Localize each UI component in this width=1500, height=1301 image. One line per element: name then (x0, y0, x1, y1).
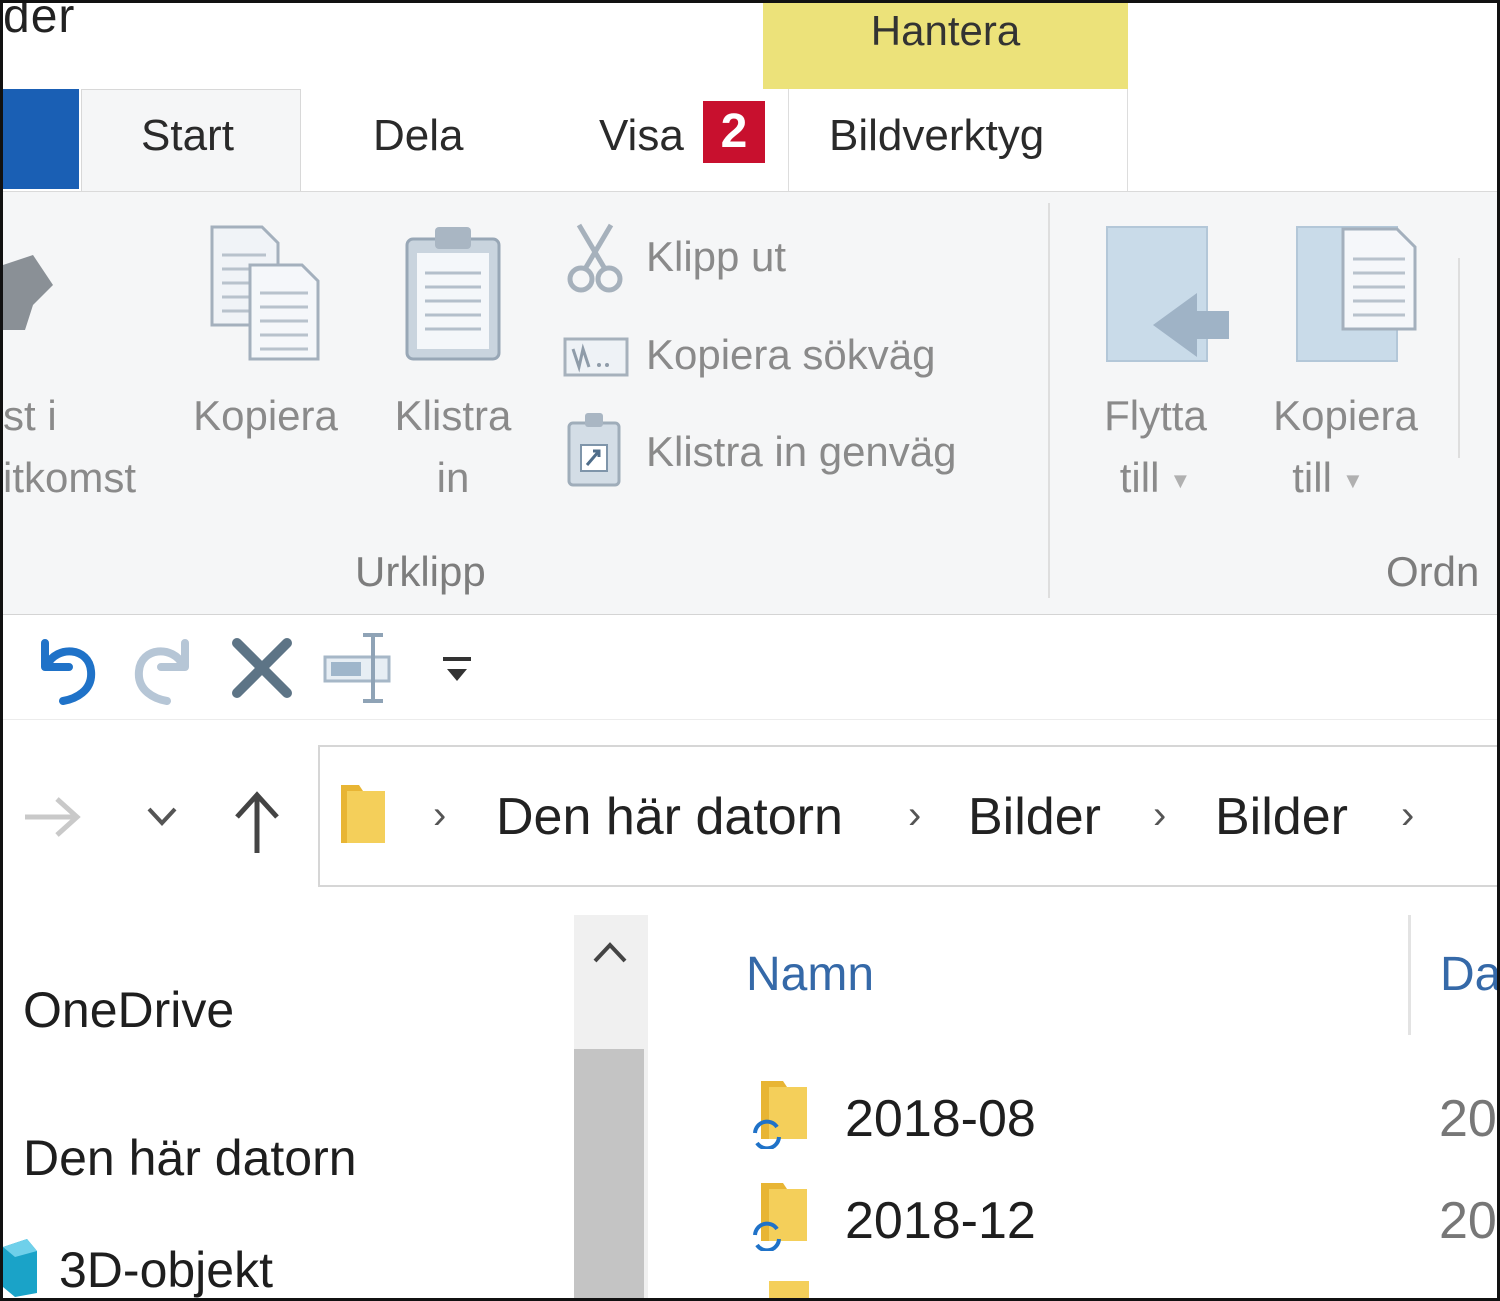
synced-folder-icon (743, 1179, 813, 1253)
keytip-badge: 2 (703, 101, 765, 163)
cut-button[interactable]: Klipp ut (646, 233, 786, 281)
ribbon-group-separator (1048, 203, 1050, 598)
customize-dropdown-icon[interactable] (441, 653, 473, 687)
tab-bildverktyg[interactable]: Bildverktyg (829, 111, 1044, 161)
paste-shortcut-button[interactable]: Klistra in genväg (646, 428, 957, 476)
paste-shortcut-icon[interactable] (565, 411, 623, 489)
window-title: der (3, 0, 76, 43)
contextual-group-label: Hantera (870, 7, 1021, 54)
paste-button-line1[interactable]: Klistra (378, 385, 528, 447)
recent-locations-chevron-icon[interactable] (145, 803, 179, 829)
delete-icon[interactable] (231, 637, 293, 699)
nav-item-this-pc[interactable]: Den här datorn (23, 1129, 357, 1187)
column-divider[interactable] (1408, 915, 1411, 1035)
paste-button-line2[interactable]: in (378, 447, 528, 509)
tab-dela[interactable]: Dela (373, 111, 464, 161)
synced-folder-icon (743, 1077, 813, 1151)
redo-icon[interactable] (131, 633, 197, 705)
breadcrumb-chevron-icon[interactable]: › (1153, 793, 1166, 838)
file-name[interactable]: 2018-08 (845, 1089, 1036, 1149)
move-to-icon[interactable] (1103, 225, 1233, 365)
scissors-icon[interactable] (565, 223, 625, 295)
partial-folder-icon (769, 1281, 809, 1298)
undo-icon[interactable] (33, 633, 99, 705)
breadcrumb-chevron-icon[interactable]: › (433, 793, 446, 838)
copy-to-icon[interactable] (1293, 225, 1423, 365)
copy-to-button-line1[interactable]: Kopiera (1253, 385, 1438, 447)
copy-path-button[interactable]: Kopiera sökväg (646, 331, 936, 379)
breadcrumb-item[interactable]: Den här datorn (496, 787, 843, 847)
quick-access-toolbar (3, 615, 1497, 720)
chevron-down-icon: ▼ (1169, 467, 1192, 493)
rename-icon[interactable] (321, 631, 393, 705)
pin-label-line2[interactable]: itkomst (3, 447, 136, 509)
breadcrumb-item[interactable]: Bilder (1215, 787, 1348, 847)
scroll-up-icon[interactable] (591, 939, 629, 967)
explorer-window: der Hantera Start Dela Visa 2 Bildverkty… (0, 0, 1500, 1301)
move-to-label: till (1119, 454, 1160, 501)
move-to-button-line2[interactable]: till ▼ (1088, 447, 1223, 512)
copy-button[interactable]: Kopiera (173, 385, 358, 447)
move-to-button-line1[interactable]: Flytta (1088, 385, 1223, 447)
scrollbar-thumb[interactable] (574, 1049, 644, 1298)
copy-icon[interactable] (208, 225, 323, 365)
nav-item-3d-objects[interactable]: 3D-objekt (59, 1241, 273, 1298)
folder-icon (337, 783, 389, 845)
pin-icon[interactable] (3, 235, 63, 345)
column-header-name[interactable]: Namn (746, 947, 874, 1002)
file-name[interactable]: 2018-12 (845, 1191, 1036, 1251)
paste-icon[interactable] (401, 225, 506, 365)
breadcrumb-chevron-icon[interactable]: › (1401, 793, 1414, 838)
up-arrow-icon[interactable] (231, 791, 283, 855)
ribbon-button-separator (1458, 258, 1460, 458)
copy-to-label: till (1292, 454, 1332, 501)
breadcrumb-item[interactable]: Bilder (968, 787, 1101, 847)
breadcrumb-chevron-icon[interactable]: › (908, 793, 921, 838)
file-date: 20 (1439, 1090, 1497, 1148)
pin-label-line1[interactable]: st i (3, 385, 57, 447)
3d-objects-icon (3, 1237, 39, 1297)
clipboard-group-label: Urklipp (355, 548, 486, 595)
organize-group-label: Ordn (1386, 548, 1480, 595)
tab-start[interactable]: Start (141, 111, 234, 161)
copy-to-button-line2[interactable]: till ▼ (1253, 447, 1403, 512)
column-header-date[interactable]: Da (1440, 947, 1497, 1002)
tab-visa[interactable]: Visa (599, 111, 684, 161)
file-tab[interactable] (3, 89, 79, 189)
chevron-down-icon: ▼ (1341, 467, 1364, 493)
forward-arrow-icon[interactable] (21, 795, 83, 839)
file-date: 20 (1439, 1192, 1497, 1250)
nav-item-onedrive[interactable]: OneDrive (23, 981, 234, 1039)
copy-path-icon[interactable] (563, 335, 629, 379)
